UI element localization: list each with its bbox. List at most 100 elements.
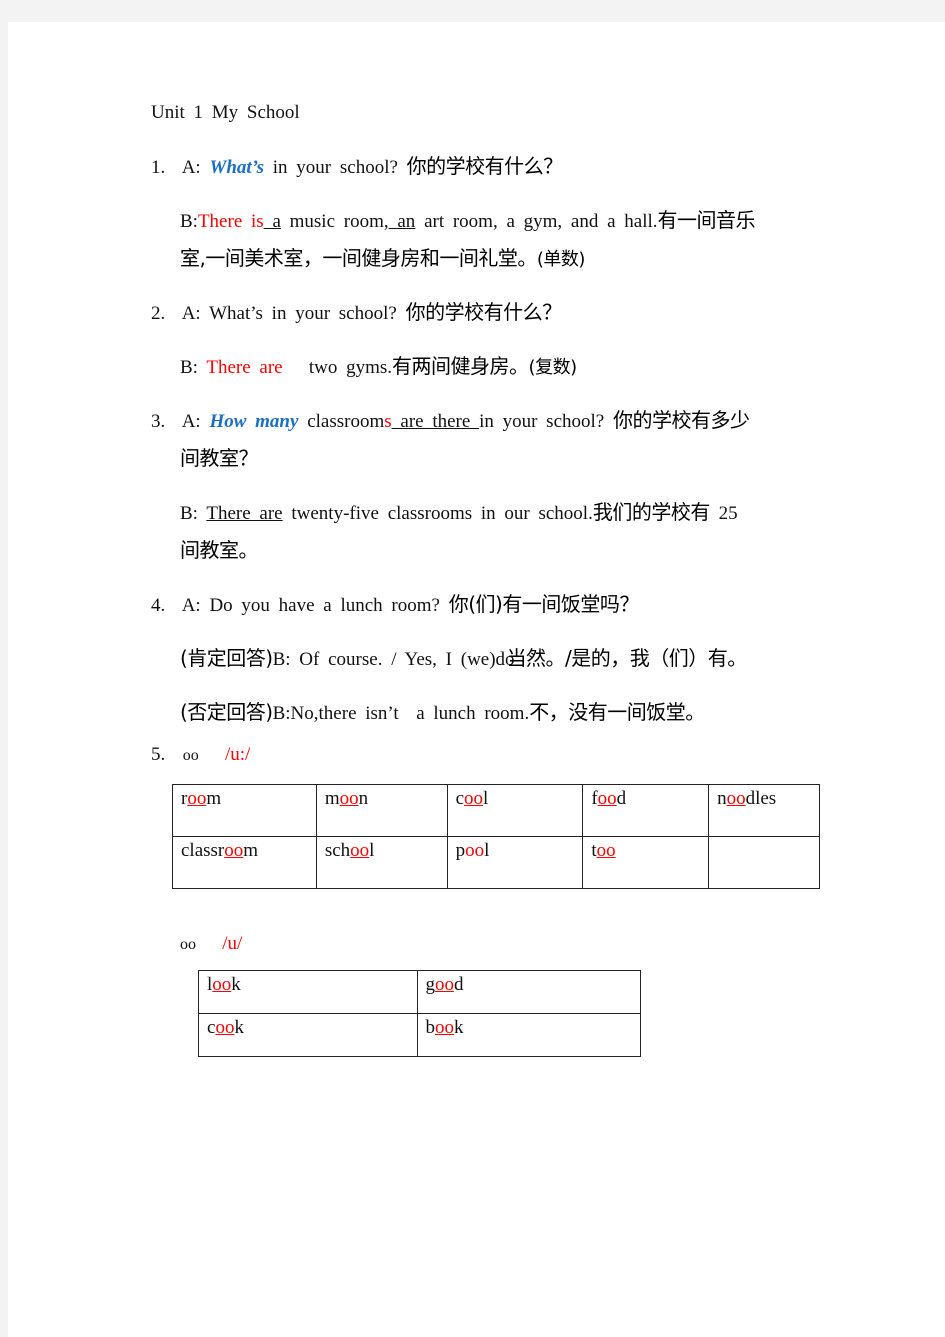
blank-article: a — [263, 211, 281, 232]
question-translation: 你(们)有一间饭堂吗？ — [448, 592, 640, 616]
question-text: classroom — [298, 411, 385, 432]
vowel-highlight: oo — [597, 788, 617, 809]
word-prefix: b — [425, 1017, 436, 1038]
speaker-label: A: — [181, 157, 210, 178]
key-phrase: There are — [206, 357, 283, 378]
question-text: A: What’s in your school? — [181, 303, 406, 324]
word-suffix: l — [483, 788, 489, 809]
answer-translation: 间教室。 — [180, 538, 259, 562]
grammar-note: (复数) — [528, 357, 578, 378]
answer-number: 25 — [709, 503, 738, 524]
section-3-question: 3. A: How many classrooms are there in y… — [151, 404, 750, 433]
word-cell — [708, 836, 820, 889]
word-suffix: n — [358, 788, 369, 809]
section-1-question: 1. A: What’s in your school? 你的学校有什么？ — [151, 150, 563, 179]
answer-text: music room, — [280, 211, 389, 232]
section-4-question: 4. A: Do you have a lunch room? 你(们)有一间饭… — [151, 588, 639, 617]
table-row: room moon cool food noodles — [172, 784, 820, 837]
short-oo-heading: oo /u/ — [180, 933, 242, 955]
speaker-label: B: — [180, 503, 207, 524]
answer-translation: 有一间音乐 — [657, 208, 756, 232]
word-cell: too — [582, 836, 710, 889]
speaker-label: B: — [180, 357, 207, 378]
word-suffix: l — [484, 840, 490, 861]
speaker-label: A: — [181, 411, 210, 432]
table-row: cook book — [198, 1013, 641, 1057]
vowel-highlight: oo — [215, 1017, 235, 1038]
word-suffix: d — [616, 788, 627, 809]
word-prefix: classr — [181, 840, 225, 861]
answer-type-label: (否定回答) — [180, 700, 273, 724]
word-suffix: l — [369, 840, 375, 861]
document-title: Unit 1 My School — [151, 102, 300, 123]
grammar-note: (单数) — [536, 249, 586, 270]
question-translation: 你的学校有什么？ — [406, 154, 564, 178]
vowel-highlight: oo — [350, 840, 370, 861]
question-text: in your school? — [479, 411, 613, 432]
word-cell: food — [582, 784, 710, 837]
section-4-positive-answer: (肯定回答)B: Of course. / Yes, I (we)do当然。/是… — [180, 642, 747, 671]
letter-pattern: oo — [180, 936, 196, 953]
word-cell: cool — [446, 784, 584, 837]
highlight-phrase: What’s — [209, 157, 265, 178]
vowel-highlight: oo — [726, 788, 746, 809]
blank-phrase: There are — [206, 503, 283, 524]
section-1-answer-cont: 室,一间美术室，一间健身房和一间礼堂。(单数) — [180, 242, 585, 271]
blank-article: an — [388, 211, 416, 232]
word-suffix: d — [454, 974, 464, 995]
vowel-highlight: oo — [435, 1017, 454, 1038]
word-cell: good — [416, 970, 641, 1014]
blank-phrase: are there — [391, 411, 480, 432]
section-1-answer: B:There is a music room, an art room, a … — [180, 204, 756, 233]
section-5-heading: 5. oo /u:/ — [151, 744, 250, 766]
word-cell: cook — [198, 1013, 418, 1057]
item-number: 3. — [151, 411, 166, 432]
word-suffix: k — [231, 974, 241, 995]
word-suffix: k — [234, 1017, 244, 1038]
highlight-phrase: How many — [209, 411, 299, 432]
vowel-highlight: oo — [464, 788, 484, 809]
section-3-answer: B: There are twenty-five classrooms in o… — [180, 496, 738, 525]
vowel-highlight: oo — [465, 840, 485, 861]
short-oo-word-table: look good cook book — [198, 970, 641, 1057]
question-translation: 你的学校有什么？ — [405, 300, 563, 324]
section-3-question-cont: 间教室？ — [180, 442, 259, 471]
phonetic-symbol: /u:/ — [225, 744, 251, 765]
vowel-highlight: oo — [212, 974, 232, 995]
question-translation: 间教室？ — [180, 446, 259, 470]
vowel-highlight: oo — [596, 840, 616, 861]
item-number: 1. — [151, 157, 166, 178]
vowel-highlight: oo — [187, 788, 207, 809]
key-phrase: There is — [197, 211, 264, 232]
word-cell: classroom — [172, 836, 317, 889]
question-text: in your school? — [264, 157, 407, 178]
answer-translation: 当然。/是的，我（们）有。 — [506, 646, 748, 670]
item-number: 4. — [151, 595, 166, 616]
word-cell: book — [416, 1013, 641, 1057]
answer-type-label: (肯定回答) — [180, 646, 273, 670]
word-prefix: g — [425, 974, 436, 995]
word-suffix: m — [206, 788, 222, 809]
plural-suffix: s — [384, 411, 392, 432]
section-3-answer-cont: 间教室。 — [180, 534, 259, 563]
word-prefix: m — [324, 788, 340, 809]
letter-pattern: oo — [182, 747, 199, 764]
word-suffix: dles — [745, 788, 777, 809]
answer-translation: 我们的学校有 — [592, 500, 711, 524]
vowel-highlight: oo — [435, 974, 454, 995]
answer-translation: 室,一间美术室，一间健身房和一间礼堂。 — [180, 246, 537, 270]
word-suffix: k — [454, 1017, 464, 1038]
word-prefix: p — [455, 840, 466, 861]
answer-translation: 有两间健身房。 — [392, 354, 529, 378]
table-row: look good — [198, 970, 641, 1014]
vowel-highlight: oo — [339, 788, 359, 809]
speaker-label: B: — [180, 211, 198, 232]
question-translation: 你的学校有多少 — [612, 408, 750, 432]
word-cell: moon — [315, 784, 448, 837]
item-number: 5. — [151, 744, 166, 765]
section-2-question: 2. A: What’s in your school? 你的学校有什么？ — [151, 296, 562, 325]
answer-translation: 不，没有一间饭堂。 — [529, 700, 705, 724]
answer-text: B: Of course. / Yes, I (we)do — [272, 649, 515, 670]
vowel-highlight: oo — [224, 840, 244, 861]
word-cell: school — [315, 836, 448, 889]
